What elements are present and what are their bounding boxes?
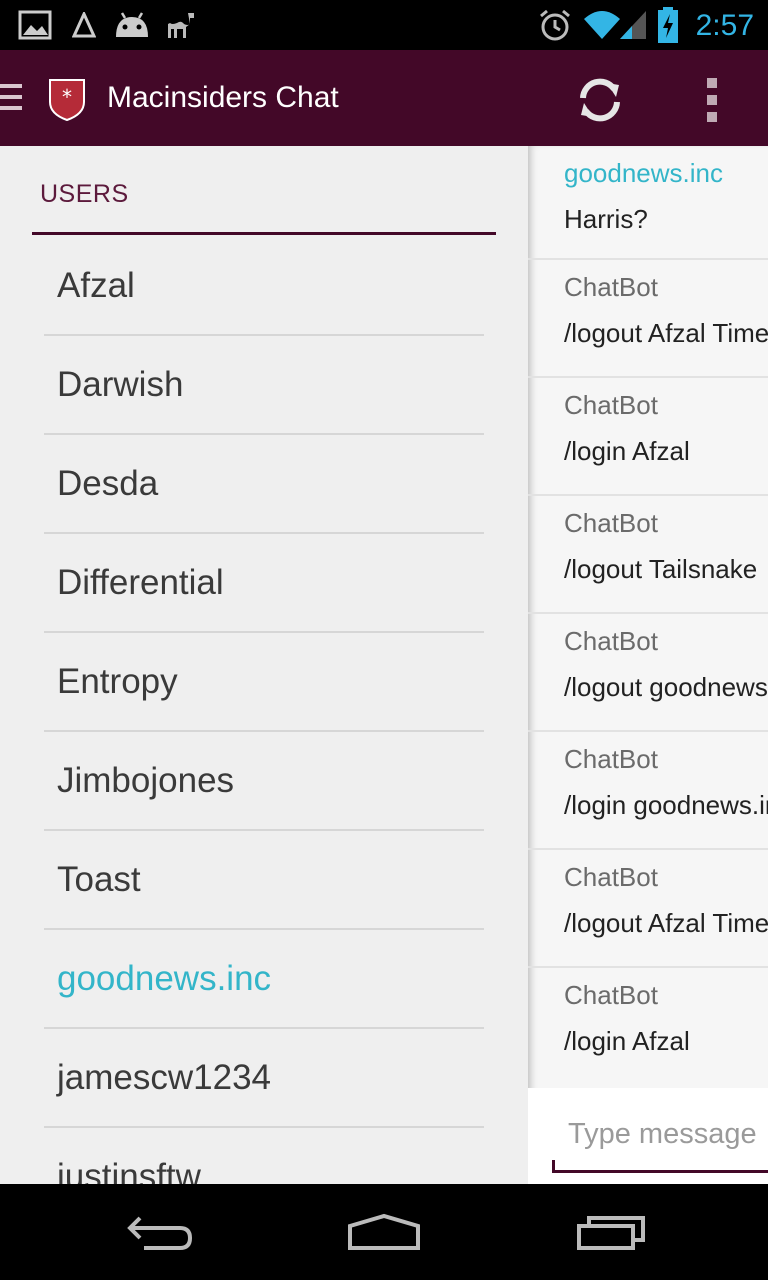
chat-message[interactable]: ChatBot /logout goodnews.inc (528, 614, 768, 732)
chat-message[interactable]: ChatBot /login goodnews.inc (528, 732, 768, 850)
chat-message[interactable]: ChatBot /login Afzal (528, 968, 768, 1084)
message-input[interactable] (552, 1108, 768, 1160)
action-bar: * Macinsiders Chat (0, 50, 768, 146)
camel-icon (162, 0, 196, 50)
message-author: ChatBot (564, 744, 658, 774)
app-logo-icon[interactable]: * (48, 76, 86, 122)
user-list-item[interactable]: Desda (44, 435, 484, 534)
message-author: ChatBot (564, 626, 658, 656)
recent-apps-icon[interactable] (566, 1204, 656, 1260)
delta-icon (72, 0, 96, 50)
user-list-item[interactable]: Toast (44, 831, 484, 930)
message-composer (528, 1088, 768, 1184)
message-author: ChatBot (564, 508, 658, 538)
user-list-item[interactable]: jamescw1234 (44, 1029, 484, 1128)
signal-icon (618, 0, 648, 50)
status-bar: 2:57 (0, 0, 768, 50)
back-icon[interactable] (114, 1204, 204, 1260)
chat-message[interactable]: ChatBot /logout Afzal Timeout (528, 260, 768, 378)
users-header-divider (32, 232, 496, 235)
user-list-item-highlighted[interactable]: goodnews.inc (44, 930, 484, 1029)
message-text: /logout Tailsnake (564, 554, 758, 584)
user-list-item[interactable]: Jimbojones (44, 732, 484, 831)
message-author: ChatBot (564, 272, 658, 302)
alarm-icon (538, 0, 572, 50)
user-list: Afzal Darwish Desda Differential Entropy… (44, 237, 484, 1184)
chat-pane: goodnews.inc Harris? ChatBot /logout Afz… (528, 146, 768, 1184)
android-icon (112, 0, 152, 50)
menu-icon[interactable] (0, 84, 22, 114)
message-text: /login Afzal (564, 436, 690, 466)
message-author: ChatBot (564, 390, 658, 420)
user-list-item[interactable]: justinsftw (44, 1128, 484, 1185)
message-author[interactable]: goodnews.inc (564, 158, 723, 189)
user-list-item[interactable]: Entropy (44, 633, 484, 732)
users-drawer: USERS Afzal Darwish Desda Differential E… (0, 146, 528, 1184)
message-text: /logout goodnews.inc (564, 672, 768, 702)
user-list-item[interactable]: Differential (44, 534, 484, 633)
message-text: /logout Afzal Timeout (564, 318, 768, 348)
wifi-icon (582, 0, 622, 50)
message-text: /logout Afzal Timeout (564, 908, 768, 938)
svg-text:*: * (62, 85, 72, 109)
navigation-bar (0, 1184, 768, 1280)
chat-message[interactable]: ChatBot /login Afzal (528, 378, 768, 496)
message-text: /login Afzal (564, 1026, 690, 1056)
battery-charging-icon (656, 0, 680, 50)
gallery-icon (18, 0, 52, 50)
message-text: Harris? (564, 204, 648, 234)
home-icon[interactable] (339, 1204, 429, 1260)
users-header: USERS (40, 180, 129, 208)
refresh-icon[interactable] (574, 74, 626, 126)
chat-message[interactable]: goodnews.inc Harris? (528, 146, 768, 260)
chat-message[interactable]: ChatBot /logout Tailsnake (528, 496, 768, 614)
chat-message[interactable]: ChatBot /logout Afzal Timeout (528, 850, 768, 968)
user-list-item[interactable]: Afzal (44, 237, 484, 336)
user-list-item[interactable]: Darwish (44, 336, 484, 435)
input-underline (552, 1170, 768, 1173)
message-text: /login goodnews.inc (564, 790, 768, 820)
overflow-menu-icon[interactable] (690, 74, 734, 126)
message-author: ChatBot (564, 980, 658, 1010)
app-title: Macinsiders Chat (107, 81, 339, 114)
message-author: ChatBot (564, 862, 658, 892)
status-time: 2:57 (695, 9, 754, 42)
